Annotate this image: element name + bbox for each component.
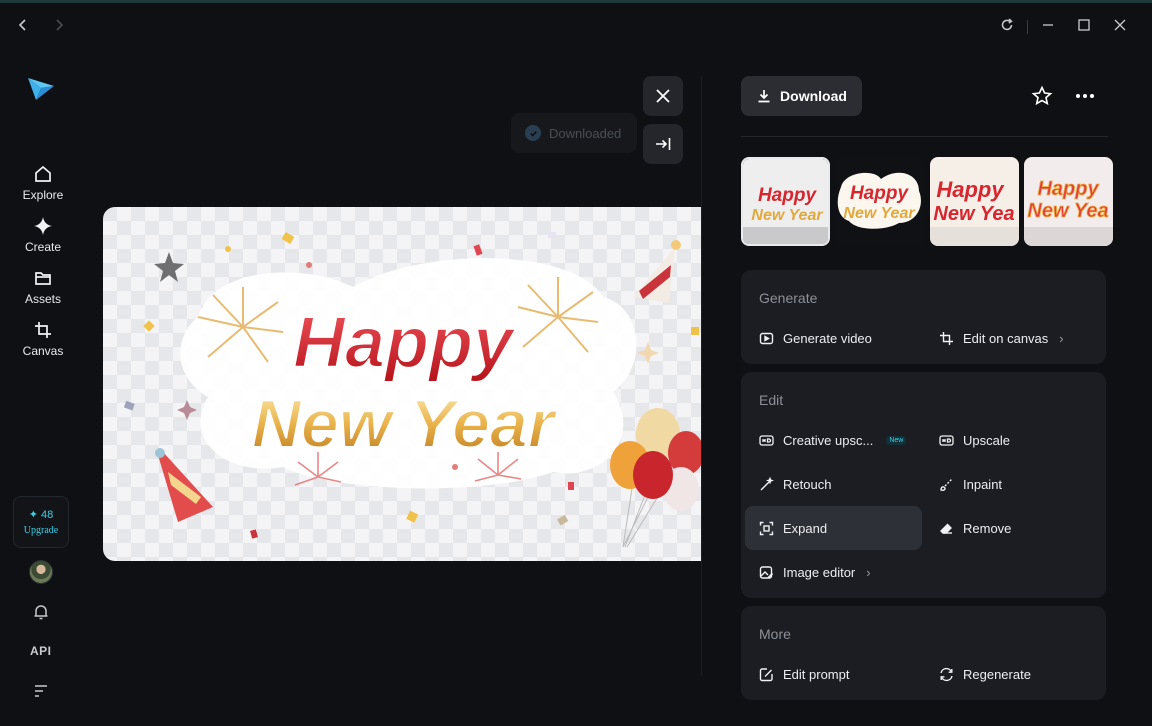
- minimize-icon[interactable]: [1036, 13, 1060, 37]
- thumb-3-line1: Happy: [936, 177, 1005, 202]
- creative-upscale-button[interactable]: Creative upsc... New: [745, 418, 921, 462]
- titlebar-separator: [1027, 20, 1028, 34]
- regenerate-label: Regenerate: [963, 666, 1031, 682]
- creative-upscale-label: Creative upsc...: [783, 432, 874, 448]
- arrow-right-icon[interactable]: [47, 13, 71, 37]
- arrow-left-icon[interactable]: [11, 13, 35, 37]
- nav-assets-label: Assets: [24, 292, 61, 306]
- crop-icon: [940, 331, 953, 345]
- thumbnail-1[interactable]: Happy New Year: [741, 157, 830, 246]
- nav-assets[interactable]: Assets: [14, 268, 72, 312]
- edit-title: Edit: [759, 392, 784, 408]
- close-icon[interactable]: [1108, 13, 1132, 37]
- collapse-panel-button[interactable]: [643, 124, 683, 164]
- edit-prompt-icon: [759, 667, 773, 681]
- more-title: More: [759, 626, 791, 642]
- image-text-happy: Happy: [293, 303, 517, 383]
- upscale-label: Upscale: [963, 432, 1010, 448]
- nav-explore[interactable]: Explore: [14, 164, 72, 208]
- nav-canvas-label: Canvas: [22, 344, 64, 358]
- chevron-right-icon: ›: [866, 564, 871, 580]
- inpaint-label: Inpaint: [963, 476, 1003, 492]
- regenerate-button[interactable]: Regenerate: [925, 652, 1101, 696]
- thumb-3-line2: New Yea: [933, 203, 1014, 225]
- thumb-1-line1: Happy: [758, 185, 818, 206]
- download-button[interactable]: Download: [741, 76, 862, 116]
- menu-icon[interactable]: [33, 684, 49, 698]
- bell-icon[interactable]: [32, 603, 50, 621]
- more-icon[interactable]: [1074, 86, 1096, 106]
- arrow-to-right-icon: [656, 138, 671, 150]
- close-preview-button[interactable]: [643, 76, 683, 116]
- generate-video-label: Generate video: [783, 330, 872, 346]
- panel-divider: [701, 76, 702, 676]
- app-logo[interactable]: [27, 76, 55, 102]
- more-card: More Edit prompt Regenerate: [741, 606, 1106, 700]
- hd-icon: [939, 434, 954, 446]
- upscale-button[interactable]: Upscale: [925, 418, 1101, 462]
- generate-video-button[interactable]: Generate video: [745, 316, 921, 360]
- image-text-new-year: New Year: [252, 386, 558, 462]
- star-icon[interactable]: [1031, 85, 1053, 107]
- image-edit-icon: [759, 565, 774, 579]
- hd-sparkle-icon: [759, 434, 774, 446]
- generate-title: Generate: [759, 290, 818, 306]
- check-icon: [525, 125, 541, 141]
- maximize-icon[interactable]: [1072, 13, 1096, 37]
- thumbnail-3[interactable]: Happy New Yea: [930, 157, 1019, 246]
- thumb-1-line2: New Year: [751, 207, 823, 224]
- thumb-4-line1: Happy: [1037, 178, 1099, 200]
- close-icon: [656, 89, 670, 103]
- nav-create-label: Create: [24, 240, 62, 254]
- expand-icon: [759, 521, 774, 535]
- thumb-2-line1: Happy: [850, 183, 910, 204]
- reload-icon[interactable]: [995, 13, 1019, 37]
- edit-prompt-label: Edit prompt: [783, 666, 850, 682]
- thumb-4-line2: New Yea: [1027, 200, 1108, 222]
- remove-label: Remove: [963, 520, 1012, 536]
- api-link[interactable]: API: [30, 644, 52, 658]
- edit-prompt-button[interactable]: Edit prompt: [745, 652, 921, 696]
- regenerate-icon: [940, 667, 953, 681]
- magic-wand-icon: [760, 476, 774, 490]
- crop-icon: [35, 322, 51, 338]
- generated-image-preview[interactable]: Happy New Year: [103, 207, 701, 561]
- image-editor-button[interactable]: Image editor ›: [745, 550, 921, 594]
- eraser-icon: [940, 523, 952, 534]
- folder-icon: [35, 272, 51, 285]
- upgrade-button[interactable]: ✦ 48 Upgrade: [13, 496, 69, 548]
- nav-explore-label: Explore: [22, 188, 64, 202]
- nav-canvas[interactable]: Canvas: [14, 320, 72, 364]
- download-label: Download: [780, 88, 847, 104]
- avatar[interactable]: [29, 560, 53, 584]
- retouch-button[interactable]: Retouch: [745, 462, 921, 506]
- generate-card: Generate Generate video Edit on canvas ›: [741, 270, 1106, 364]
- downloaded-toast: Downloaded: [511, 113, 637, 153]
- image-editor-label: Image editor: [783, 564, 856, 580]
- thumb-2-line2: New Year: [843, 205, 915, 222]
- credits-count: ✦ 48: [28, 509, 54, 521]
- retouch-label: Retouch: [783, 476, 832, 492]
- thumbnail-4[interactable]: Happy New Yea: [1024, 157, 1113, 246]
- edit-on-canvas-button[interactable]: Edit on canvas ›: [925, 316, 1101, 360]
- toast-label: Downloaded: [549, 125, 622, 141]
- expand-button[interactable]: Expand: [745, 506, 922, 550]
- sparkle-icon: [34, 217, 52, 235]
- remove-button[interactable]: Remove: [925, 506, 1101, 550]
- chevron-right-icon: ›: [1059, 330, 1064, 346]
- inpaint-icon: [940, 478, 952, 491]
- thumbnail-2[interactable]: Happy New Year: [835, 157, 924, 246]
- expand-label: Expand: [783, 520, 828, 536]
- edit-on-canvas-label: Edit on canvas: [963, 330, 1049, 346]
- home-icon: [35, 165, 51, 182]
- download-icon: [758, 90, 770, 103]
- new-badge: New: [886, 435, 907, 445]
- video-icon: [759, 332, 774, 344]
- inpaint-button[interactable]: Inpaint: [925, 462, 1101, 506]
- edit-card: Edit Creative upsc... New Upscale Retouc…: [741, 372, 1106, 598]
- panel-separator: [741, 136, 1108, 137]
- upgrade-label: Upgrade: [23, 525, 59, 536]
- nav-create[interactable]: Create: [14, 216, 72, 260]
- title-bar: [0, 3, 1152, 47]
